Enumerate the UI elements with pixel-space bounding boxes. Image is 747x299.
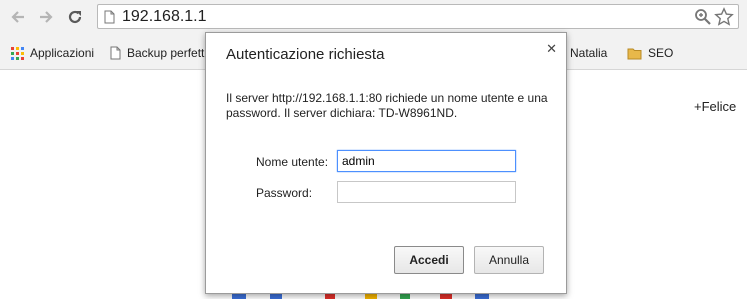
bookmark-label: SEO [648, 46, 674, 60]
bookmark-applicazioni[interactable]: Applicazioni [11, 44, 94, 62]
folder-icon [627, 48, 642, 59]
cancel-button[interactable]: Annulla [474, 246, 544, 274]
bookmark-label: Natalia [570, 46, 608, 60]
felice-link[interactable]: +Felice [694, 99, 736, 114]
username-label: Nome utente: [256, 155, 329, 169]
bookmark-seo[interactable]: SEO [627, 44, 673, 62]
zoom-icon[interactable] [694, 8, 712, 26]
auth-dialog: Autenticazione richiesta ✕ Il server htt… [205, 32, 567, 294]
page-icon [104, 10, 115, 24]
bookmark-natalia[interactable]: Natalia [570, 44, 607, 62]
password-label: Password: [256, 186, 313, 200]
dialog-message: Il server http://192.168.1.1:80 richiede… [226, 91, 548, 120]
bookmark-label: Backup perfett [127, 46, 205, 60]
back-arrow-icon [11, 11, 24, 23]
back-button[interactable] [8, 7, 28, 27]
reload-icon [68, 10, 82, 24]
password-field[interactable] [337, 181, 516, 203]
apps-grid-icon [11, 46, 24, 60]
login-button[interactable]: Accedi [394, 246, 464, 274]
username-field[interactable] [337, 150, 516, 172]
page-icon [110, 46, 121, 60]
bookmark-backup[interactable]: Backup perfett [110, 44, 204, 62]
forward-button[interactable] [36, 7, 56, 27]
browser-toolbar: 192.168.1.1 [0, 0, 747, 36]
dialog-title: Autenticazione richiesta [226, 46, 385, 63]
close-icon[interactable]: ✕ [546, 41, 557, 57]
address-bar[interactable]: 192.168.1.1 [97, 4, 739, 29]
url-text: 192.168.1.1 [122, 8, 207, 25]
forward-arrow-icon [40, 11, 53, 23]
reload-button[interactable] [65, 7, 85, 27]
star-icon[interactable] [714, 7, 734, 27]
bookmark-label: Applicazioni [30, 46, 95, 60]
